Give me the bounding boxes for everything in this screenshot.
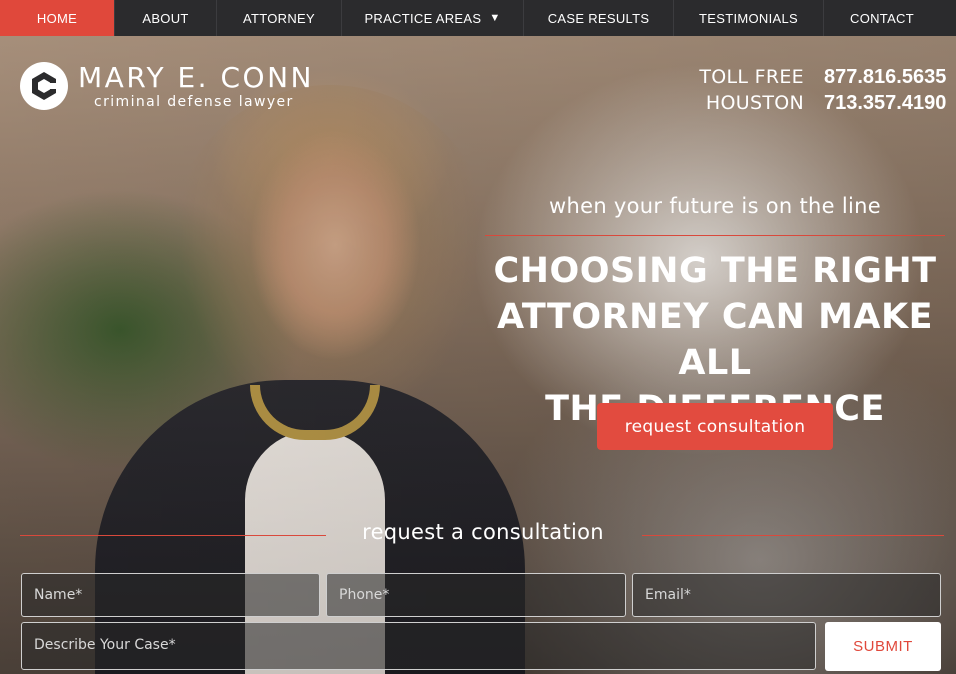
headline-line: CHOOSING THE RIGHT [493, 251, 937, 291]
nav-item-label: CASE RESULTS [547, 10, 650, 26]
form-title: request a consultation [362, 520, 604, 544]
submit-button[interactable]: SUBMIT [825, 622, 941, 671]
nav-item-practice-areas[interactable]: PRACTICE AREAS ▼ [342, 0, 524, 36]
name-field[interactable] [21, 573, 320, 617]
phone-label: TOLL FREE [699, 66, 804, 88]
logo-subtitle: criminal defense lawyer [94, 94, 294, 110]
logo-name: MARY E. CONN [78, 61, 314, 94]
nav-item-contact[interactable]: CONTACT [824, 0, 940, 36]
phone-contacts: TOLL FREE 877.816.5635 HOUSTON 713.357.4… [686, 66, 946, 118]
phone-number-link[interactable]: 877.816.5635 [824, 66, 946, 89]
phone-label: HOUSTON [705, 92, 804, 114]
nav-item-label: ATTORNEY [243, 10, 315, 26]
form-divider-left [20, 535, 326, 536]
phone-row-houston: HOUSTON 713.357.4190 [686, 92, 946, 118]
request-consultation-button[interactable]: request consultation [597, 403, 833, 450]
email-field[interactable] [632, 573, 941, 617]
nav-item-home[interactable]: HOME [0, 0, 115, 36]
nav-item-attorney[interactable]: ATTORNEY [217, 0, 342, 36]
nav-item-about[interactable]: ABOUT [115, 0, 217, 36]
hero-tagline: when your future is on the line [549, 194, 881, 218]
nav-item-label: ABOUT [142, 10, 189, 26]
chevron-down-icon: ▼ [489, 12, 501, 24]
nav-item-testimonials[interactable]: TESTIMONIALS [674, 0, 824, 36]
nav-item-label: HOME [36, 10, 78, 26]
phone-field[interactable] [326, 573, 626, 617]
headline-line: ATTORNEY CAN MAKE ALL [496, 297, 934, 383]
case-description-field[interactable] [21, 622, 816, 670]
tagline-divider [485, 235, 945, 236]
nav-item-case-results[interactable]: CASE RESULTS [524, 0, 674, 36]
phone-row-toll-free: TOLL FREE 877.816.5635 [686, 66, 946, 92]
form-divider-right [642, 535, 944, 536]
nav-item-label: CONTACT [850, 10, 914, 26]
logo-mark-icon [20, 62, 68, 110]
main-nav: HOME ABOUT ATTORNEY PRACTICE AREAS ▼ CAS… [0, 0, 956, 36]
nav-item-label: PRACTICE AREAS [364, 10, 482, 26]
nav-item-label: TESTIMONIALS [699, 10, 798, 26]
phone-number-link[interactable]: 713.357.4190 [824, 92, 946, 115]
site-logo[interactable]: MARY E. CONN criminal defense lawyer [20, 62, 314, 110]
